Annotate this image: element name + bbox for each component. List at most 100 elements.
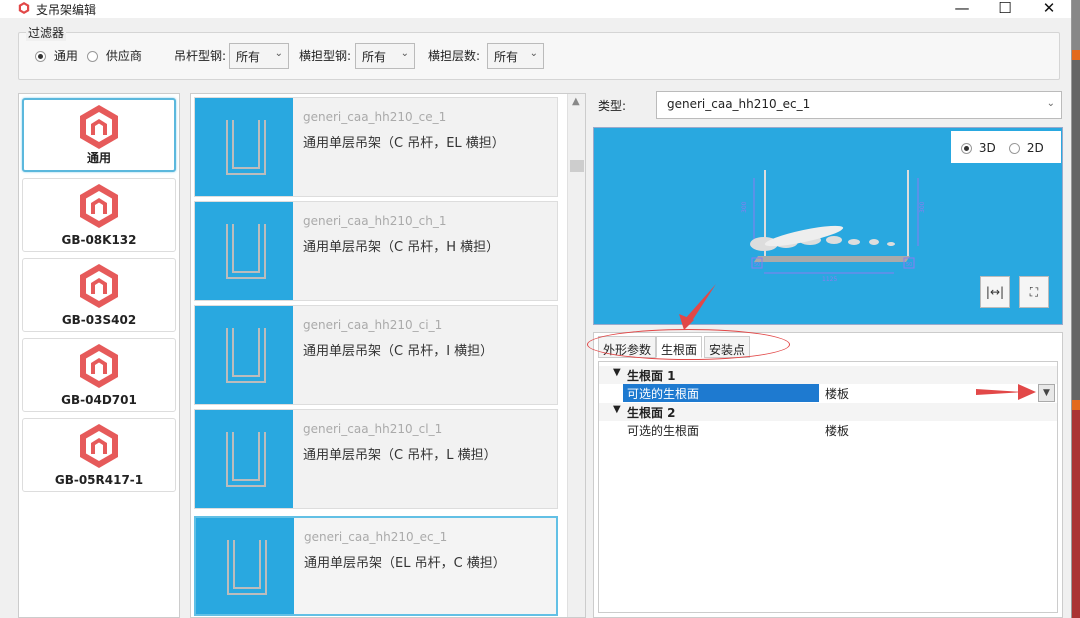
- template-card[interactable]: generi_caa_hh210_ch_1 通用单层吊架（C 吊杆，H 横担）: [194, 201, 558, 301]
- template-thumbnail: [196, 518, 294, 614]
- library-logo-icon: [80, 344, 118, 388]
- library-label: GB-04D701: [61, 393, 137, 407]
- view-mode-toggle: 3D 2D: [951, 131, 1061, 163]
- collapse-icon[interactable]: ▼: [613, 404, 621, 415]
- fit-width-button[interactable]: |↔|: [980, 276, 1010, 308]
- library-label: 通用: [86, 151, 111, 165]
- library-logo-icon: [80, 184, 118, 228]
- library-label: GB-03S402: [61, 313, 137, 327]
- library-label: GB-05R417-1: [54, 473, 144, 487]
- template-thumbnail: [195, 98, 293, 196]
- beam-layers-select[interactable]: 所有 ⌄: [487, 43, 544, 69]
- library-label: GB-08K132: [61, 233, 137, 247]
- template-thumbnail: [195, 306, 293, 404]
- fullscreen-icon: ⛶: [1029, 285, 1039, 299]
- radio-2d[interactable]: 2D: [1009, 141, 1044, 155]
- preview-viewport[interactable]: 3D 2D 300 300 1125 50 50 |↔| ⛶: [593, 127, 1063, 325]
- radio-3d-indicator[interactable]: [961, 143, 972, 154]
- template-code: generi_caa_hh210_ch_1: [303, 214, 447, 228]
- template-card[interactable]: generi_caa_hh210_ci_1 通用单层吊架（C 吊杆，I 横担）: [194, 305, 558, 405]
- chevron-down-icon: ⌄: [274, 48, 283, 59]
- template-desc: 通用单层吊架（C 吊杆，H 横担）: [303, 240, 500, 255]
- dim-width: 1125: [822, 276, 837, 283]
- library-item-gb-05r417-1[interactable]: GB-05R417-1: [22, 418, 176, 492]
- template-card[interactable]: generi_caa_hh210_ce_1 通用单层吊架（C 吊杆，EL 横担）: [194, 97, 558, 197]
- radio-3d-label: 3D: [978, 141, 996, 155]
- template-desc: 通用单层吊架（EL 吊杆，C 横担）: [304, 556, 506, 571]
- dim-left-small: 50: [754, 262, 760, 268]
- template-card-selected[interactable]: generi_caa_hh210_ec_1 通用单层吊架（EL 吊杆，C 横担）: [194, 516, 558, 616]
- app-icon: [18, 2, 30, 14]
- property-key: 可选的生根面: [623, 384, 819, 402]
- library-item-gb-08k132[interactable]: GB-08K132: [22, 178, 176, 252]
- beam-layers-label: 横担层数:: [428, 49, 481, 63]
- radio-general-label: 通用: [53, 49, 78, 63]
- fullscreen-button[interactable]: ⛶: [1019, 276, 1049, 308]
- filter-legend: 过滤器: [26, 24, 67, 41]
- library-item-gb-04d701[interactable]: GB-04D701: [22, 338, 176, 412]
- hanger-3d-model: 300 300 1125 50 50: [741, 170, 926, 283]
- template-code: generi_caa_hh210_ci_1: [303, 318, 443, 332]
- property-key: 可选的生根面: [627, 424, 700, 438]
- close-button[interactable]: ✕: [1039, 0, 1059, 18]
- properties-panel: 外形参数 生根面 安装点 ▼ 生根面 1 可选的生根面 楼板 ▼ ▼ 生根面 2…: [593, 332, 1063, 618]
- chevron-down-icon: ⌄: [400, 48, 409, 59]
- minimize-button[interactable]: —: [952, 0, 972, 18]
- type-select[interactable]: generi_caa_hh210_ec_1 ⌄: [656, 91, 1062, 119]
- library-logo-icon: [80, 424, 118, 468]
- template-list-scrollbar[interactable]: ▲: [567, 94, 585, 617]
- collapse-icon[interactable]: ▼: [613, 367, 621, 378]
- library-item-gb-03s402[interactable]: GB-03S402: [22, 258, 176, 332]
- annotation-ellipse: [587, 329, 790, 360]
- template-card[interactable]: generi_caa_hh210_cl_1 通用单层吊架（C 吊杆，L 横担）: [194, 409, 558, 509]
- window-title: 支吊架编辑: [36, 3, 97, 17]
- fit-width-icon: |↔|: [985, 285, 1005, 299]
- radio-supplier-indicator[interactable]: [87, 51, 98, 62]
- library-logo-icon: [80, 264, 118, 308]
- beam-steel-select[interactable]: 所有 ⌄: [355, 43, 415, 69]
- property-value[interactable]: 楼板: [819, 384, 1059, 402]
- maximize-button[interactable]: ☐: [995, 0, 1015, 18]
- library-item-general[interactable]: 通用: [22, 98, 176, 172]
- rod-steel-select[interactable]: 所有 ⌄: [229, 43, 289, 69]
- group-title: 生根面 2: [627, 406, 676, 420]
- template-code: generi_caa_hh210_ce_1: [303, 110, 447, 124]
- rod-steel-label: 吊杆型钢:: [174, 49, 227, 63]
- template-code: generi_caa_hh210_ec_1: [304, 530, 448, 544]
- radio-general-indicator[interactable]: [35, 51, 46, 62]
- rooting-surface-panel: ▼ 生根面 1 可选的生根面 楼板 ▼ ▼ 生根面 2 可选的生根面 楼板: [598, 361, 1058, 613]
- scroll-thumb[interactable]: [570, 160, 584, 172]
- beam-steel-label: 横担型钢:: [299, 49, 352, 63]
- dim-right-height: 300: [919, 201, 926, 213]
- radio-3d[interactable]: 3D: [961, 141, 996, 155]
- property-row[interactable]: 可选的生根面 楼板: [623, 421, 1059, 439]
- property-row[interactable]: 可选的生根面 楼板 ▼: [623, 384, 1059, 402]
- radio-supplier-label: 供应商: [105, 49, 142, 63]
- radio-general[interactable]: 通用: [35, 47, 78, 64]
- chevron-down-icon: ⌄: [1046, 98, 1055, 109]
- template-list: generi_caa_hh210_ce_1 通用单层吊架（C 吊杆，EL 横担）…: [190, 93, 586, 618]
- radio-2d-indicator[interactable]: [1009, 143, 1020, 154]
- template-code: generi_caa_hh210_cl_1: [303, 422, 443, 436]
- dim-left-height: 300: [741, 201, 748, 213]
- template-thumbnail: [195, 410, 293, 508]
- radio-2d-label: 2D: [1026, 141, 1044, 155]
- type-value: generi_caa_hh210_ec_1: [667, 97, 811, 111]
- hanger-editor-window: 支吊架编辑 — ☐ ✕ 通用 供应商 吊杆型钢: 所有 ⌄ 横担型钢: 所有 ⌄…: [0, 0, 1072, 618]
- template-desc: 通用单层吊架（C 吊杆，I 横担）: [303, 344, 494, 359]
- radio-supplier[interactable]: 供应商: [87, 47, 142, 64]
- dropdown-button[interactable]: ▼: [1038, 384, 1055, 402]
- scroll-up-icon[interactable]: ▲: [572, 96, 580, 107]
- template-desc: 通用单层吊架（C 吊杆，L 横担）: [303, 448, 497, 463]
- group-header[interactable]: ▼ 生根面 2: [599, 403, 1057, 421]
- library-sidebar: 通用 GB-08K132 GB-03S402 GB-04D701 GB-05R4…: [18, 93, 180, 618]
- filter-group: 通用 供应商 吊杆型钢: 所有 ⌄ 横担型钢: 所有 ⌄ 横担层数: 所有 ⌄: [18, 32, 1060, 80]
- property-value[interactable]: 楼板: [819, 421, 1059, 439]
- type-label: 类型:: [598, 99, 627, 113]
- library-logo-icon: [80, 105, 118, 149]
- background-strip: [1072, 0, 1080, 618]
- dim-right-small: 50: [906, 262, 912, 268]
- group-header[interactable]: ▼ 生根面 1: [599, 366, 1057, 384]
- chevron-down-icon: ⌄: [529, 48, 538, 59]
- beam-steel-value: 所有: [362, 50, 387, 64]
